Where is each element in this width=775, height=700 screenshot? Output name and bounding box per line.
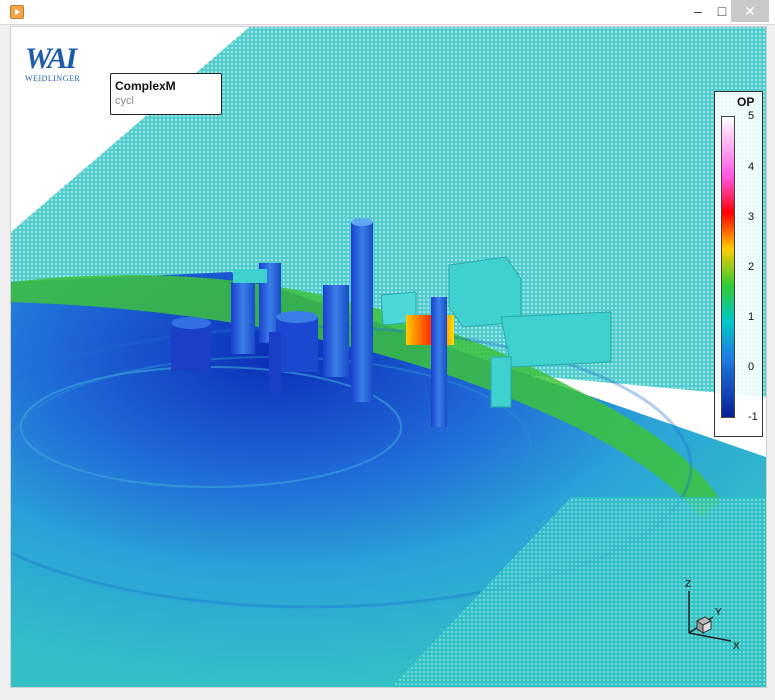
weidlinger-logo: WAI WEIDLINGER bbox=[25, 42, 89, 84]
plot-title: ComplexM bbox=[115, 79, 176, 93]
close-button[interactable]: ✕ bbox=[731, 0, 769, 22]
legend-tick: 1 bbox=[748, 311, 755, 323]
3d-field-visualization[interactable] bbox=[11, 27, 766, 687]
legend-tick: 5 bbox=[748, 110, 755, 122]
logo-text: WEIDLINGER bbox=[25, 74, 81, 83]
close-icon: ✕ bbox=[744, 3, 756, 19]
tower bbox=[490, 356, 512, 408]
minimize-icon: – bbox=[694, 3, 702, 19]
colorbar-legend: OP 5 4 3 2 1 0 -1 bbox=[714, 91, 763, 437]
maximize-icon: □ bbox=[717, 3, 727, 19]
building-block bbox=[233, 269, 267, 283]
tower bbox=[323, 285, 349, 377]
tower-top bbox=[171, 317, 211, 329]
legend-tick: 2 bbox=[748, 261, 755, 273]
legend-tick: 0 bbox=[748, 361, 755, 373]
tower-top bbox=[276, 311, 318, 323]
logo-mark: WAI bbox=[25, 42, 77, 75]
tower bbox=[269, 332, 281, 394]
app-window: – □ ✕ WAI WEIDLINGER ComplexM cycl OP 5 … bbox=[0, 0, 775, 700]
tower bbox=[351, 222, 373, 402]
plot-subtitle: cycl bbox=[115, 95, 134, 107]
tower bbox=[276, 317, 318, 372]
plot-title-box: ComplexM cycl bbox=[110, 73, 222, 115]
tower-top bbox=[351, 218, 373, 226]
colorbar bbox=[721, 116, 735, 418]
application-icon[interactable] bbox=[10, 5, 24, 19]
title-bar: – □ ✕ bbox=[0, 0, 775, 25]
building-block bbox=[500, 311, 612, 368]
axis-label-z: Z bbox=[685, 579, 691, 590]
axis-label-y: Y bbox=[715, 607, 722, 618]
axes-triad-icon: Z Y X bbox=[685, 579, 740, 652]
legend-tick: 4 bbox=[748, 161, 755, 173]
tower bbox=[171, 323, 211, 371]
tower bbox=[431, 297, 447, 427]
axis-label-x: X bbox=[733, 641, 740, 652]
plot-viewport[interactable]: WAI WEIDLINGER ComplexM cycl OP 5 4 3 2 … bbox=[10, 26, 767, 688]
legend-title: OP bbox=[737, 95, 755, 109]
legend-tick: -1 bbox=[748, 411, 758, 423]
tower bbox=[231, 282, 255, 354]
legend-tick: 3 bbox=[748, 211, 755, 223]
